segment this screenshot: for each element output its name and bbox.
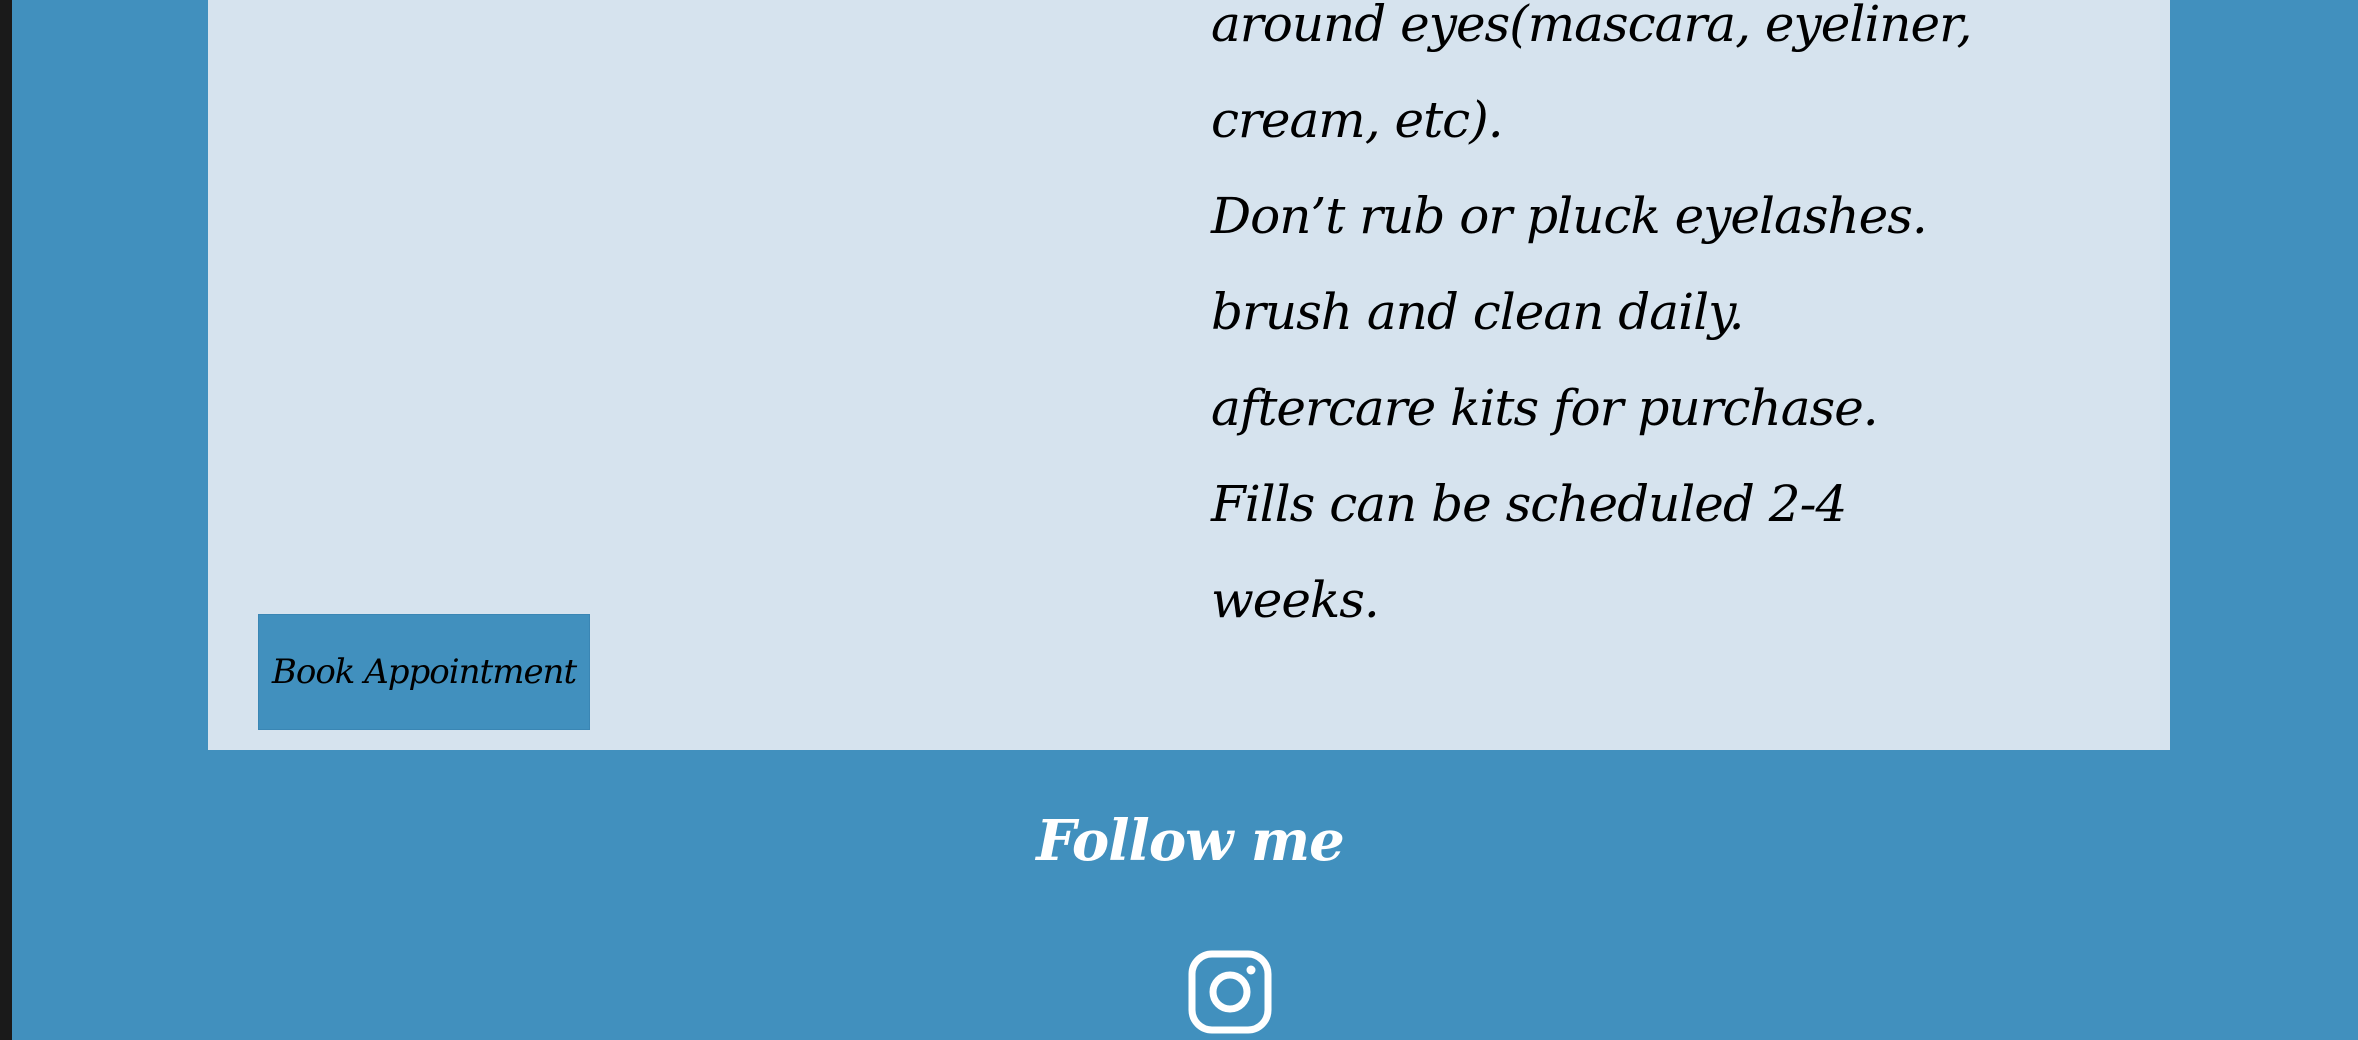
aftercare-line: aftercare kits for purchase.: [1211, 379, 1879, 437]
aftercare-line: cream, etc).: [1211, 91, 1504, 149]
window-left-edge: [0, 0, 12, 1040]
instagram-icon[interactable]: [1188, 950, 1272, 1034]
aftercare-text: around eyes(mascara, eyeliner, cream, et…: [1211, 0, 1972, 648]
book-appointment-button[interactable]: Book Appointment: [258, 614, 590, 730]
aftercare-line: Fills can be scheduled 2-4: [1211, 475, 1847, 533]
aftercare-line: brush and clean daily.: [1211, 283, 1745, 341]
aftercare-line: Don’t rub or pluck eyelashes.: [1211, 187, 1928, 245]
aftercare-line: around eyes(mascara, eyeliner,: [1211, 0, 1972, 53]
follow-me-heading: Follow me: [1036, 808, 1345, 874]
aftercare-line: weeks.: [1211, 571, 1380, 629]
